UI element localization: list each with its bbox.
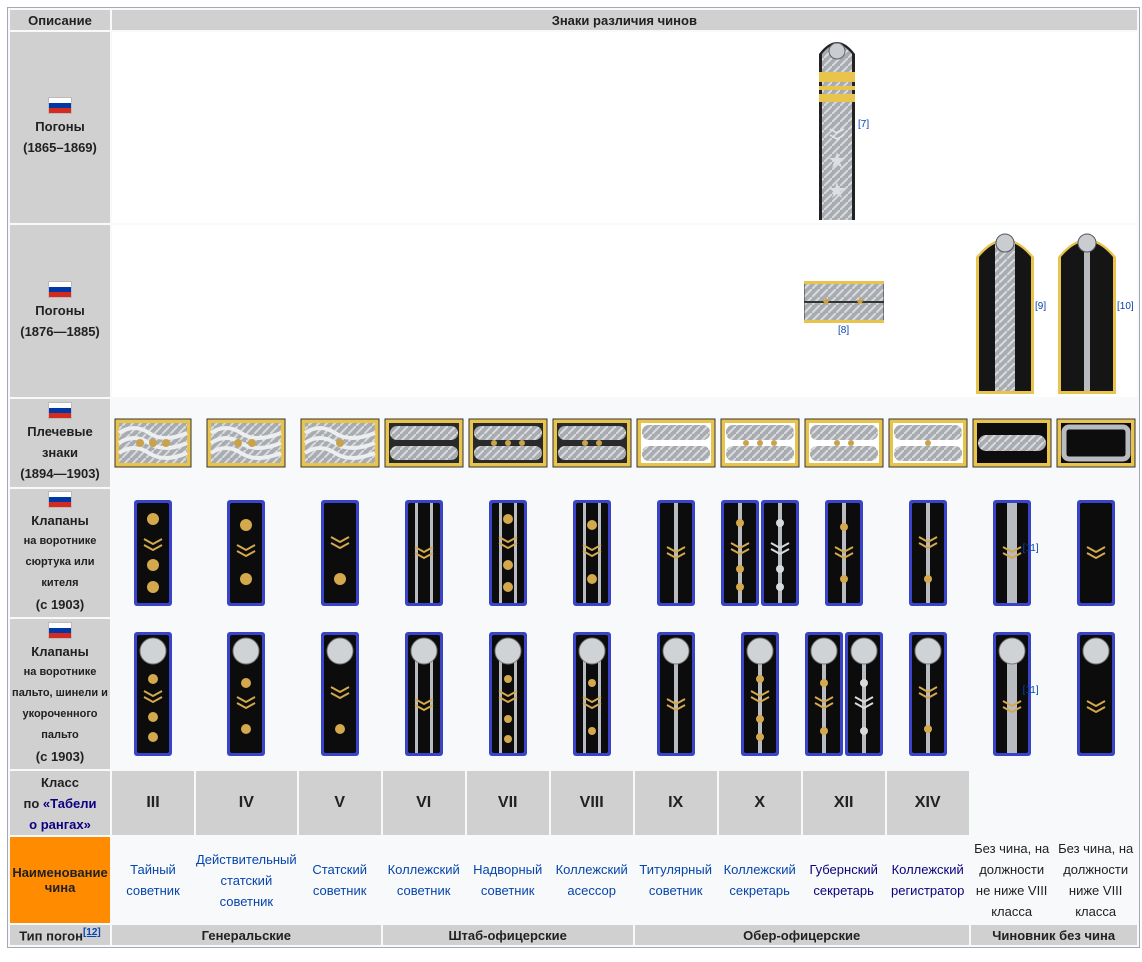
collar-tab-tunic-X — [719, 489, 801, 617]
class-VIII: VIII — [550, 771, 633, 835]
row-desc-coat-tabs: Клапаны на воротнике пальто, шинели и ук… — [10, 619, 110, 769]
collar-tab-coat-IX — [635, 619, 717, 769]
ref-11-tunic[interactable]: [11] — [1023, 543, 1039, 554]
ranks-table: Описание Знаки различия чинов Погоны (18… — [7, 7, 1140, 948]
collar-tab-tunic-IX — [635, 489, 717, 617]
collar-tab-coat-XIV — [887, 619, 969, 769]
russia-flag-icon — [48, 491, 72, 508]
ref-7[interactable]: [7] — [858, 119, 869, 130]
class-IX: IX — [634, 771, 717, 835]
collar-tab-tunic-XIV — [887, 489, 969, 617]
class-XII: XII — [802, 771, 885, 835]
row-desc-1894: Плечевые знаки (1894—1903) — [10, 399, 110, 487]
rank-name-actual-state-councillor[interactable]: Действительный статский советник — [196, 837, 297, 923]
rank-name-provincial-secretary[interactable]: Губернский секретарь — [803, 837, 885, 923]
rank-name-collegiate-registrar[interactable]: Коллежский регистратор — [887, 837, 969, 923]
shoulder-sign-VIII — [551, 399, 633, 487]
collar-tab-tunic-VIII — [551, 489, 633, 617]
collar-tab-tunic-XII — [803, 489, 885, 617]
shoulder-sign-X — [719, 399, 801, 487]
collar-tab-tunic-VII — [467, 489, 549, 617]
rank-name-privy-councillor[interactable]: Тайный советник — [112, 837, 194, 923]
class-VI: VI — [382, 771, 465, 835]
collar-tab-coat-no-rank-low — [1055, 619, 1137, 769]
type-chief-officers: Обер-офицерские — [634, 925, 969, 945]
shoulder-sign-XIV — [887, 399, 969, 487]
table-of-ranks-link[interactable]: «Табели — [43, 796, 97, 811]
collar-tab-tunic-VI — [383, 489, 465, 617]
rank-name-titular-councillor[interactable]: Титулярный советник — [635, 837, 717, 923]
collar-tab-coat-V — [299, 619, 381, 769]
shoulder-sign-VI — [383, 399, 465, 487]
russia-flag-icon — [48, 280, 72, 298]
collar-tab-tunic-IV — [196, 489, 297, 617]
type-staff-officers: Штаб-офицерские — [382, 925, 633, 945]
shoulder-sign-V — [299, 399, 381, 487]
russia-flag-icon — [48, 402, 72, 419]
shoulder-sign-III — [112, 399, 194, 487]
class-III: III — [112, 771, 194, 835]
collar-tab-tunic-III — [112, 489, 194, 617]
collar-tab-coat-no-rank-high: [11] — [971, 619, 1053, 769]
type-no-rank: Чиновник без чина — [970, 925, 1137, 945]
rank-name-collegiate-assessor[interactable]: Коллежский асессор — [551, 837, 633, 923]
header-description: Описание — [10, 10, 110, 30]
collar-tab-coat-XII — [803, 619, 885, 769]
rank-name-header: Наименование чина — [10, 837, 110, 923]
collar-tab-coat-IV — [196, 619, 297, 769]
row-desc-tunic-tabs: Клапаны на воротнике сюртука или кителя … — [10, 489, 110, 617]
collar-tab-coat-VIII — [551, 619, 633, 769]
shoulder-sign-IV — [196, 399, 297, 487]
russia-flag-icon — [48, 621, 72, 639]
shoulder-board-1865-image — [819, 42, 855, 220]
collar-tab-coat-X — [719, 619, 801, 769]
ref-10[interactable]: [10] — [1117, 301, 1134, 312]
class-VII: VII — [466, 771, 549, 835]
ref-11-coat[interactable]: [11] — [1023, 685, 1039, 696]
collar-tab-tunic-V — [299, 489, 381, 617]
ref-8[interactable]: [8] — [838, 325, 849, 336]
class-label: Класс по «Табели о рангах» — [10, 771, 110, 835]
rank-name-collegiate-councillor[interactable]: Коллежский советник — [383, 837, 465, 923]
shoulder-board-1876-braided-image — [976, 233, 1034, 394]
header-signs: Знаки различия чинов — [112, 10, 1137, 30]
rank-name-collegiate-secretary[interactable]: Коллежский секретарь — [719, 837, 801, 923]
ref-12[interactable]: [12] — [83, 927, 101, 938]
class-X: X — [718, 771, 801, 835]
shoulder-sign-IX — [635, 399, 717, 487]
class-empty-1 — [971, 771, 1053, 835]
rank-name-no-rank-low: Без чина, на должности ниже VIII класса — [1058, 841, 1134, 919]
class-V: V — [298, 771, 381, 835]
type-generals: Генеральские — [112, 925, 381, 945]
shoulder-sign-no-rank-high — [971, 399, 1053, 487]
row-desc-1865: Погоны (1865–1869) — [10, 32, 110, 223]
collar-tab-coat-VI — [383, 619, 465, 769]
shoulder-board-1876-short-image — [804, 281, 884, 323]
collar-tab-coat-III — [112, 619, 194, 769]
shoulder-sign-VII — [467, 399, 549, 487]
collar-tab-tunic-no-rank-high: [11] — [971, 489, 1053, 617]
collar-tab-coat-VII — [467, 619, 549, 769]
row-1865-images: [7] — [112, 32, 1137, 223]
class-empty-2 — [1055, 771, 1137, 835]
shoulder-sign-XII — [803, 399, 885, 487]
rank-name-court-councillor[interactable]: Надворный советник — [467, 837, 549, 923]
class-IV: IV — [196, 771, 297, 835]
row-1876-images: [8] [9] [10] — [112, 225, 1137, 397]
row-desc-1876: Погоны (1876—1885) — [10, 225, 110, 397]
shoulder-board-1876-plain-image — [1058, 233, 1116, 394]
rank-name-state-councillor[interactable]: Статский советник — [299, 837, 381, 923]
table-of-ranks-link-2[interactable]: о рангах» — [29, 817, 91, 832]
rank-name-no-rank-high: Без чина, на должности не ниже VIII класса — [974, 841, 1050, 919]
collar-tab-tunic-no-rank-low — [1055, 489, 1137, 617]
shoulder-sign-no-rank-low — [1055, 399, 1137, 487]
ref-9[interactable]: [9] — [1035, 301, 1046, 312]
russia-flag-icon — [48, 97, 72, 114]
class-XIV: XIV — [886, 771, 969, 835]
shoulder-type-label: Тип погон[12] — [10, 925, 110, 945]
